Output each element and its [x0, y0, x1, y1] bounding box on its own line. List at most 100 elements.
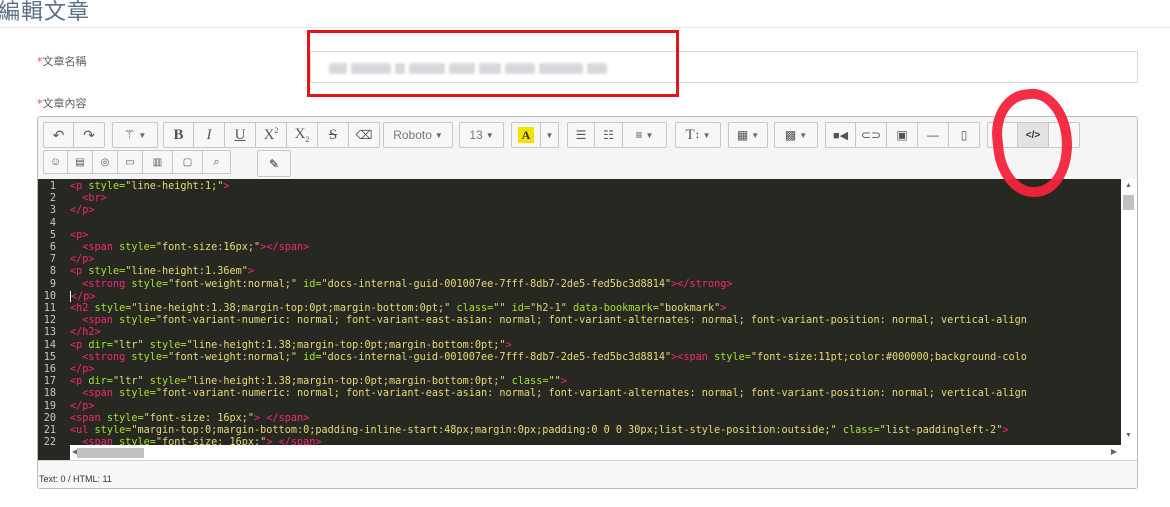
- editor-status-bar: Text: 0 / HTML: 11: [38, 460, 1137, 488]
- code-token: <p: [70, 376, 89, 388]
- code-token: ></strong>: [671, 278, 733, 290]
- code-token: >: [560, 376, 567, 388]
- vertical-scroll-thumb[interactable]: [1123, 195, 1134, 210]
- code-token: >: [505, 339, 512, 351]
- code-token: "docs-internal-guid-001007ee-7fff-8db7-2…: [321, 351, 672, 363]
- unordered-list-button[interactable]: ☰: [567, 122, 595, 148]
- numbered-list-icon: ☷: [603, 128, 614, 142]
- subscript-button[interactable]: X2: [287, 122, 318, 148]
- horizontal-rule-icon: —: [927, 128, 939, 142]
- code-token: "font-size:16px;": [155, 242, 261, 253]
- table-dropdown[interactable]: ▦ ▼: [728, 122, 768, 148]
- codeview-button[interactable]: </>: [1018, 122, 1049, 148]
- code-token: <span: [82, 242, 120, 253]
- video-button[interactable]: ■◀: [825, 122, 856, 148]
- map-button[interactable]: ▯: [949, 122, 980, 148]
- superscript-letter: X: [263, 127, 275, 143]
- link-button[interactable]: ⊂⊃: [856, 122, 887, 148]
- scroll-right-arrow-icon[interactable]: ▶: [1111, 447, 1117, 456]
- help-button[interactable]: ?: [1049, 122, 1080, 148]
- line-number: 19: [43, 400, 56, 412]
- html-code-view[interactable]: 1 <p style="line-height:1;"> 2 <br> 3 </p> 4 5…: [38, 179, 1137, 460]
- template-button[interactable]: ▥: [143, 150, 173, 174]
- code-token: style=: [149, 339, 187, 351]
- line-height-dropdown[interactable]: T ↕ ▼: [675, 122, 721, 148]
- undo-icon: ↶: [52, 126, 65, 143]
- line-number: 8: [49, 266, 56, 278]
- font-family-dropdown[interactable]: Roboto ▼: [383, 122, 453, 148]
- horizontal-scroll-thumb[interactable]: [77, 448, 144, 458]
- line-number: 7: [49, 254, 56, 266]
- paragraph-align-dropdown[interactable]: ≡ ▼: [623, 122, 667, 148]
- magic-wand-icon: ⚚: [123, 127, 136, 142]
- emoji-button[interactable]: ☺: [43, 150, 68, 174]
- highlight-color-button[interactable]: A: [511, 122, 541, 148]
- caret-down-icon: ▼: [545, 130, 554, 140]
- search-button[interactable]: ⌕: [203, 150, 231, 174]
- caret-down-icon: ▼: [485, 130, 494, 140]
- image-button[interactable]: ▣: [887, 122, 918, 148]
- code-token: style=: [119, 315, 156, 327]
- article-name-label-text: 文章名稱: [42, 55, 87, 68]
- paint-brush-button[interactable]: ✎: [257, 150, 291, 177]
- code-token: style=: [106, 412, 144, 424]
- line-number: 18: [43, 388, 56, 400]
- template-icon: ▥: [152, 156, 163, 168]
- code-line: 3 </p>: [38, 205, 95, 217]
- code-token: "line-height:1.38;margin-top:0pt;margin-…: [186, 339, 506, 351]
- code-line: 13 </h2>: [38, 327, 101, 339]
- code-token: style=: [119, 242, 156, 253]
- bullet-list-icon: ☰: [575, 128, 587, 142]
- search-icon: ⌕: [213, 155, 220, 168]
- document-button[interactable]: ▢: [173, 150, 203, 174]
- strikethrough-button[interactable]: S: [318, 122, 349, 148]
- code-token: "line-height:1.38;margin-top:0pt;margin-…: [131, 303, 451, 314]
- article-name-input[interactable]: [310, 51, 1138, 83]
- document-icon: ▢: [182, 156, 193, 168]
- bold-button[interactable]: B: [163, 122, 194, 148]
- line-number: 4: [49, 217, 56, 229]
- code-token: "font-weight:normal;": [168, 351, 297, 363]
- code-token: </p>: [70, 254, 95, 266]
- color-dropdown-toggle[interactable]: ▼: [541, 122, 559, 148]
- clear-format-button[interactable]: ⌫: [349, 122, 380, 148]
- style-dropdown[interactable]: ▩ ▼: [774, 122, 818, 148]
- save-button[interactable]: ▭: [118, 150, 143, 174]
- code-token: <span: [82, 388, 120, 400]
- redo-icon: ↷: [83, 126, 95, 143]
- font-family-value: Roboto: [393, 128, 432, 142]
- code-token: style=: [94, 303, 132, 314]
- target-button[interactable]: ◎: [93, 150, 118, 174]
- magic-wand-dropdown[interactable]: ⚚ ▼: [112, 122, 158, 148]
- code-token: "ltr": [112, 339, 144, 351]
- redo-button[interactable]: ↷: [74, 122, 105, 148]
- underline-button[interactable]: U: [225, 122, 256, 148]
- undo-button[interactable]: ↶: [43, 122, 74, 148]
- code-token: <strong: [82, 278, 132, 290]
- table-icon: ▦: [736, 128, 749, 142]
- line-number: 20: [43, 412, 56, 424]
- italic-button[interactable]: I: [194, 122, 225, 148]
- italic-icon: I: [206, 126, 212, 143]
- superscript-button[interactable]: X2: [256, 122, 287, 148]
- ordered-list-button[interactable]: ☷: [595, 122, 623, 148]
- horizontal-rule-button[interactable]: —: [918, 122, 949, 148]
- vertical-scrollbar[interactable]: ▲ ▼: [1121, 179, 1137, 445]
- line-number: 13: [43, 327, 56, 339]
- code-line: 4: [38, 218, 70, 230]
- scroll-down-arrow-icon[interactable]: ▼: [1125, 432, 1132, 439]
- code-token: "font-variant-numeric: normal; font-vari…: [155, 315, 1027, 327]
- code-token: <p: [70, 266, 89, 278]
- code-token: </p>: [71, 291, 96, 303]
- font-size-dropdown[interactable]: 13 ▼: [459, 122, 504, 148]
- horizontal-scrollbar[interactable]: ◀ ▶: [70, 445, 1137, 460]
- file-button[interactable]: ▤: [68, 150, 93, 174]
- fullscreen-button[interactable]: [987, 122, 1018, 148]
- code-token: class=: [511, 376, 549, 388]
- scroll-up-arrow-icon[interactable]: ▲: [1125, 182, 1132, 189]
- code-token: "docs-internal-guid-001007ee-7fff-8db7-2…: [321, 278, 672, 290]
- line-number: 6: [49, 242, 56, 253]
- code-token: id=: [303, 278, 322, 290]
- code-token: >: [247, 266, 255, 278]
- file-icon: ▤: [75, 156, 85, 168]
